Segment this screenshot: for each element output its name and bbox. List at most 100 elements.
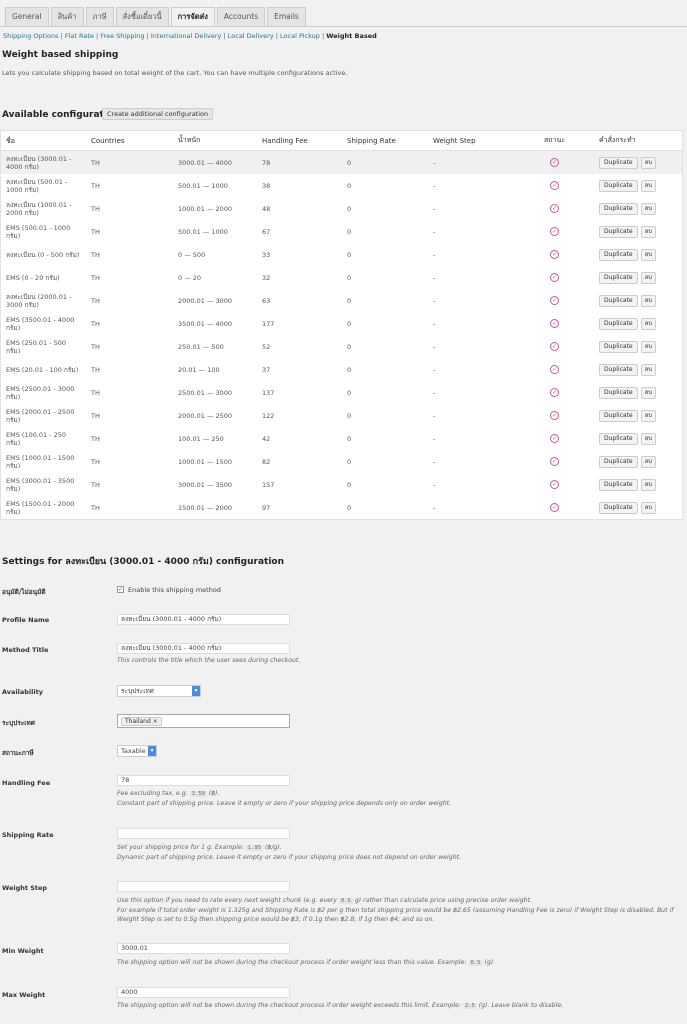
handling-fee-input[interactable]: 78 [117, 775, 290, 786]
duplicate-button[interactable]: Duplicate [599, 409, 638, 422]
duplicate-button[interactable]: Duplicate [599, 501, 638, 514]
table-row[interactable]: EMS (0 - 20 กรัม) TH 0 — 20 32 0 - ✓ Duplicate ล… [1, 266, 682, 289]
check-circle-icon[interactable]: ✓ [550, 158, 559, 167]
delete-button[interactable]: ลบ [640, 478, 657, 491]
duplicate-button[interactable]: Duplicate [599, 386, 638, 399]
delete-button[interactable]: ลบ [640, 409, 657, 422]
check-circle-icon[interactable]: ✓ [550, 181, 559, 190]
check-circle-icon[interactable]: ✓ [550, 342, 559, 351]
delete-button[interactable]: ลบ [640, 340, 657, 353]
table-row[interactable]: EMS (20.01 - 100 กรัม) TH 20.01 — 100 37 0 - ✓… [1, 358, 682, 381]
tab-checkout[interactable]: สั่งซื้อเดี๋ยวนี้ [115, 7, 169, 26]
delete-button[interactable]: ลบ [640, 432, 657, 445]
table-row[interactable]: ลงทะเบียน (500.01 - 1000 กรัม) TH 500.01 —… [1, 174, 682, 197]
delete-button[interactable]: ลบ [640, 294, 657, 307]
enable-checkbox[interactable]: ✓ [117, 586, 124, 593]
duplicate-button[interactable]: Duplicate [599, 478, 638, 491]
duplicate-button[interactable]: Duplicate [599, 156, 638, 169]
tab-accounts[interactable]: Accounts [216, 7, 266, 26]
duplicate-button[interactable]: Duplicate [599, 455, 638, 468]
duplicate-button[interactable]: Duplicate [599, 179, 638, 192]
delete-button[interactable]: ลบ [640, 248, 657, 261]
duplicate-button[interactable]: Duplicate [599, 225, 638, 238]
cell-weight-step: - [433, 388, 436, 397]
table-row[interactable]: EMS (2000.01 - 2500 กรัม) TH 2000.01 — 250… [1, 404, 682, 427]
cell-weight-step: - [433, 158, 436, 167]
cell-country: TH [91, 411, 100, 420]
table-row[interactable]: EMS (2500.01 - 3000 กรัม) TH 2500.01 — 300… [1, 381, 682, 404]
table-row[interactable]: ลงทะเบียน (3000.01 - 4000 กรัม) TH 3000.01… [1, 151, 682, 174]
check-circle-icon[interactable]: ✓ [550, 273, 559, 282]
cell-country: TH [91, 204, 100, 213]
tab-products[interactable]: สินค้า [50, 7, 84, 26]
subnav-local-delivery[interactable]: Local Delivery [228, 32, 274, 40]
delete-button[interactable]: ลบ [640, 202, 657, 215]
subnav-local-pickup[interactable]: Local Pickup [280, 32, 320, 40]
check-circle-icon[interactable]: ✓ [550, 227, 559, 236]
table-row[interactable]: ลงทะเบียน (0 - 500 กรัม) TH 0 — 500 33 0 - ✓ Du… [1, 243, 682, 266]
method-title-input[interactable]: ลงทะเบียน (3000.01 - 4000 กรัม) [117, 643, 290, 654]
check-circle-icon[interactable]: ✓ [550, 250, 559, 259]
remove-icon[interactable]: × [153, 718, 158, 725]
subnav-shipping-options[interactable]: Shipping Options [3, 32, 59, 40]
check-circle-icon[interactable]: ✓ [550, 204, 559, 213]
delete-button[interactable]: ลบ [640, 271, 657, 284]
table-row[interactable]: EMS (1000.01 - 1500 กรัม) TH 1000.01 — 150… [1, 450, 682, 473]
subnav-flat-rate[interactable]: Flat Rate [65, 32, 94, 40]
check-circle-icon[interactable]: ✓ [550, 434, 559, 443]
table-row[interactable]: ลงทะเบียน (2000.01 - 3000 กรัม) TH 2000.01… [1, 289, 682, 312]
table-row[interactable]: EMS (3000.01 - 3500 กรัม) TH 3000.01 — 350… [1, 473, 682, 496]
subnav-international-delivery[interactable]: International Delivery [151, 32, 222, 40]
tab-shipping[interactable]: การจัดส่ง [170, 7, 215, 27]
cell-shipping-rate: 0 [347, 273, 352, 282]
profile-name-input[interactable]: ลงทะเบียน (3000.01 - 4000 กรัม) [117, 614, 290, 625]
check-circle-icon[interactable]: ✓ [550, 319, 559, 328]
availability-select[interactable]: ระบุประเทศ ▾ [117, 685, 201, 697]
duplicate-button[interactable]: Duplicate [599, 202, 638, 215]
shipping-rate-input[interactable] [117, 828, 290, 839]
check-circle-icon[interactable]: ✓ [550, 480, 559, 489]
tab-emails[interactable]: Emails [267, 7, 306, 26]
check-circle-icon[interactable]: ✓ [550, 457, 559, 466]
table-row[interactable]: EMS (250.01 - 500 กรัม) TH 250.01 — 500 52 0… [1, 335, 682, 358]
delete-button[interactable]: ลบ [640, 317, 657, 330]
duplicate-button[interactable]: Duplicate [599, 317, 638, 330]
delete-button[interactable]: ลบ [640, 225, 657, 238]
delete-button[interactable]: ลบ [640, 156, 657, 169]
duplicate-button[interactable]: Duplicate [599, 248, 638, 261]
duplicate-button[interactable]: Duplicate [599, 340, 638, 353]
delete-button[interactable]: ลบ [640, 455, 657, 468]
check-circle-icon[interactable]: ✓ [550, 503, 559, 512]
table-row[interactable]: EMS (500.01 - 1000 กรัม) TH 500.01 — 1000 6… [1, 220, 682, 243]
table-row[interactable]: EMS (3500.01 - 4000 กรัม) TH 3500.01 — 400… [1, 312, 682, 335]
duplicate-button[interactable]: Duplicate [599, 294, 638, 307]
enable-checkbox-label[interactable]: Enable this shipping method [128, 586, 221, 594]
delete-button[interactable]: ลบ [640, 363, 657, 376]
delete-button[interactable]: ลบ [640, 501, 657, 514]
subnav-free-shipping[interactable]: Free Shipping [100, 32, 144, 40]
table-row[interactable]: ลงทะเบียน (1000.01 - 2000 กรัม) TH 1000.01… [1, 197, 682, 220]
weight-step-input[interactable] [117, 881, 290, 892]
cell-weight: 1000.01 — 1500 [178, 457, 233, 466]
duplicate-button[interactable]: Duplicate [599, 271, 638, 284]
check-circle-icon[interactable]: ✓ [550, 411, 559, 420]
header-countries: Countries [91, 136, 125, 145]
cell-country: TH [91, 227, 100, 236]
check-circle-icon[interactable]: ✓ [550, 365, 559, 374]
duplicate-button[interactable]: Duplicate [599, 432, 638, 445]
min-weight-input[interactable]: 3000.01 [117, 943, 290, 954]
table-row[interactable]: EMS (100.01 - 250 กรัม) TH 100.01 — 250 42 0… [1, 427, 682, 450]
tab-general[interactable]: General [5, 7, 49, 26]
countries-multiselect[interactable]: Thailand × [117, 714, 290, 728]
duplicate-button[interactable]: Duplicate [599, 363, 638, 376]
tab-tax[interactable]: ภาษี [85, 7, 114, 26]
table-row[interactable]: EMS (1500.01 - 2000 กรัม) TH 1500.01 — 200… [1, 496, 682, 519]
tax-status-select[interactable]: Taxable ▾ [117, 745, 157, 757]
check-circle-icon[interactable]: ✓ [550, 296, 559, 305]
check-circle-icon[interactable]: ✓ [550, 388, 559, 397]
cell-weight-step: - [433, 181, 436, 190]
create-configuration-button[interactable]: Create additional configuration [102, 108, 214, 120]
delete-button[interactable]: ลบ [640, 179, 657, 192]
delete-button[interactable]: ลบ [640, 386, 657, 399]
max-weight-input[interactable]: 4000 [117, 987, 290, 998]
